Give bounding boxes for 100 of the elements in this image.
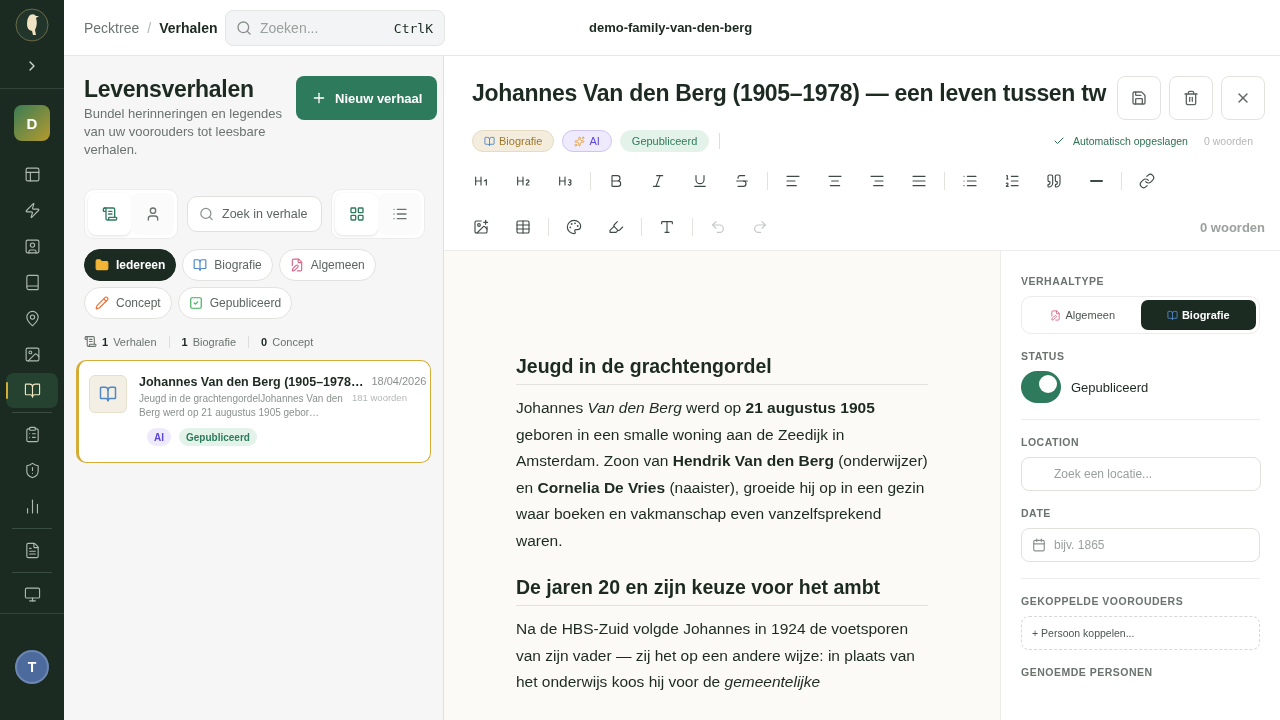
breadcrumb-link[interactable]: Verhalen [159,19,218,36]
open-book-icon [23,382,41,399]
open-book-nav-button[interactable] [6,373,58,408]
redo-icon [752,219,768,235]
lightning-icon [23,202,41,219]
highlight-icon [608,219,624,235]
horizontal-rule-icon [1089,180,1103,182]
location-field[interactable]: Zoek een locatie... [1021,457,1261,491]
contact-card-icon [23,238,41,255]
section-label: STATUS [1021,350,1066,362]
calendar-icon [1032,538,1046,552]
stat-count: 1 [181,335,188,348]
underline-icon [692,173,708,189]
book-icon [1166,309,1178,321]
breadcrumb-link[interactable]: Pecktree [84,19,140,36]
check-icon [1052,135,1065,147]
align-left-icon [785,173,801,189]
heading-2-icon [515,173,531,189]
stat-count: 0 [261,335,268,348]
numbered-list-icon [1004,173,1020,189]
link-person-button[interactable]: + Persoon koppelen... [1021,616,1260,650]
section-label: GENOEMDE PERSONEN [1021,666,1154,678]
filter-chip[interactable]: Gepubliceerd [177,287,293,319]
word-count: 181 woorden [352,392,407,405]
document-icon [23,542,41,559]
story-tag: Gepubliceerd [179,428,257,446]
story-excerpt: Jeugd in de grachtengordelJohannes Van den Berg werd op 21 augustus 1905 gebor… [139,392,344,420]
section-heading: De jaren 20 en zijn keuze voor het ambt [516,576,928,606]
align-center-icon [827,173,843,189]
stat-label: Biografie [192,335,237,348]
list-view-button[interactable] [378,193,421,235]
book-icon [23,274,41,291]
user-avatar[interactable]: T [15,650,49,684]
filter-chip[interactable]: Biografie [182,249,273,281]
section-label: VERHAALTYPE [1021,275,1105,287]
align-right-icon [869,173,885,189]
page-subtitle: Bundel herinneringen en legendes van uw voorouders tot leesbare verhalen. [84,105,284,159]
pencil-icon [95,296,109,310]
people-view-button[interactable] [131,193,174,235]
filter-chip[interactable]: Concept [84,287,172,319]
folder-icon [95,258,109,272]
stat-label: Verhalen [113,335,157,348]
book-icon [99,385,117,403]
delete-button[interactable] [1169,76,1213,120]
section-heading: Jeugd in de grachtengordel [516,355,928,385]
trash-icon [1183,90,1199,106]
map-pin-icon [23,310,41,327]
word-count: 0 woorden [1203,135,1253,147]
story-search-field[interactable]: Zoek in verhale [187,196,322,232]
font-icon [659,219,675,235]
grid-view-button[interactable] [335,193,378,235]
story-type-option[interactable]: Algemeen [1025,300,1141,330]
search-icon [199,206,214,222]
page-title: Levensverhalen [84,76,255,103]
strikethrough-icon [734,173,750,189]
quote-icon [1046,173,1062,189]
section-label: DATE [1021,507,1052,519]
filter-chip[interactable]: Algemeen [278,249,376,281]
shield-alert-icon [23,462,41,479]
save-button[interactable] [1117,76,1161,120]
close-button[interactable] [1221,76,1265,120]
heading-1-icon [473,173,489,189]
word-count: 0 woorden [1200,219,1265,235]
stat-count: 1 [102,335,109,348]
filter-chip[interactable]: Iedereen [84,249,177,281]
list-icon [391,206,408,222]
section-label: LOCATION [1021,436,1081,448]
status-switch[interactable] [1021,371,1061,403]
paragraph: Johannes Van den Berg werd op 21 augustus 1905 geboren in een smalle woning aan de Zeedijk in Amsterdam. Zoon van Hendrik Van den Berg (onderwijzer) en Cornelia De Vries (naaister), groeide hij op in een gezin waar boeken en vakmanschap even vanzelfsprekend waren. [516,398,928,551]
story-tag: AI [147,428,171,446]
story-date: 18/04/2026 [371,375,427,389]
plus-icon [311,90,327,106]
memo-icon [289,258,304,272]
workspace-name: demo-family-van-den-berg [589,20,753,35]
story-tag: Biografie [472,130,555,152]
autosave-text: Automatisch opgeslagen [1072,135,1188,147]
story-type-option[interactable]: Biografie [1140,300,1256,330]
undo-icon [710,219,726,235]
new-story-button[interactable]: Nieuw verhaal [296,76,438,120]
date-field[interactable]: bijv. 1865 [1021,528,1260,562]
book-icon [193,258,208,272]
section-label: GEKOPPELDE VOOROUDERS [1021,595,1185,607]
paragraph: Na de HBS-Zuid volgde Johannes in 1924 de voetsporen van zijn vader — zij het op een andere wijze: in plaats van het onderwijs koos hij voor de gemeentelijke [516,619,916,692]
grid-icon [348,206,365,222]
story-title-heading[interactable]: Johannes Van den Berg (1905–1978) — een leven tussen tw [472,76,1109,107]
book-icon [484,135,495,147]
stories-view-button[interactable] [88,193,131,235]
bird-logo-icon [15,8,49,42]
image-icon [23,346,41,363]
scroll-icon [84,335,97,348]
workspace-avatar[interactable]: D [14,105,50,141]
italic-icon [650,173,666,189]
heading-3-icon [557,173,573,189]
table-icon [515,219,531,235]
bold-icon [608,173,624,189]
justify-icon [911,173,927,189]
sparkles-icon [574,135,586,147]
insert-image-icon [473,219,489,235]
story-card[interactable]: Johannes Van den Berg (1905–1978… 18/04/2026 Jeugd in de grachtengordelJohannes Van den Berg werd op 21 augustus 1905 gebor… 181 woorden AI Gepubliceerd [76,360,431,463]
layout-icon [23,166,41,183]
